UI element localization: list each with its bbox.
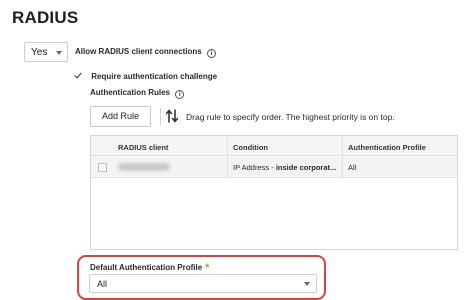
table-header: RADIUS client Condition Authentication P… xyxy=(91,136,457,156)
authentication-rules-table: RADIUS client Condition Authentication P… xyxy=(90,135,458,250)
info-icon[interactable]: i xyxy=(206,49,216,58)
column-header-radius-client[interactable]: RADIUS client xyxy=(118,143,168,152)
authentication-rules-label: Authentication Rules xyxy=(90,88,171,97)
column-header-condition[interactable]: Condition xyxy=(233,143,268,152)
chevron-down-icon xyxy=(304,282,310,286)
condition-prefix: IP Address - xyxy=(233,163,276,172)
drag-hint: Drag rule to specify order. The highest … xyxy=(186,112,395,122)
row-checkbox[interactable] xyxy=(98,163,107,172)
column-divider xyxy=(342,136,343,178)
column-header-authentication-profile[interactable]: Authentication Profile xyxy=(348,143,426,152)
required-marker: * xyxy=(205,262,210,274)
require-challenge-label: Require authentication challenge xyxy=(91,72,218,81)
allow-connections-select[interactable]: Yes xyxy=(24,42,68,62)
default-auth-profile-label: Default Authentication Profile xyxy=(90,263,203,272)
authentication-rules-heading: Authentication Rules i xyxy=(90,88,185,99)
radius-client-value xyxy=(118,163,170,171)
default-auth-profile-select[interactable]: All xyxy=(89,274,317,293)
column-divider xyxy=(227,136,228,178)
profile-cell: All xyxy=(348,163,357,172)
condition-cell: IP Address - inside corporat... xyxy=(233,163,336,172)
require-challenge-row[interactable]: Require authentication challenge xyxy=(74,71,217,81)
sort-arrows-icon xyxy=(166,109,178,123)
default-auth-profile-heading: Default Authentication Profile * xyxy=(90,262,209,274)
condition-value: inside corporat... xyxy=(275,163,337,172)
toolbar-divider xyxy=(160,108,161,125)
table-row[interactable]: IP Address - inside corporat... All xyxy=(91,157,457,178)
page-title: RADIUS xyxy=(12,8,79,27)
checkmark-icon[interactable] xyxy=(74,71,83,80)
allow-connections-label: Allow RADIUS client connections xyxy=(75,47,202,56)
chevron-down-icon xyxy=(56,51,62,55)
allow-connections-row: Allow RADIUS client connections i xyxy=(75,47,216,58)
add-rule-button[interactable]: Add Rule xyxy=(90,106,151,127)
info-icon[interactable]: i xyxy=(175,90,185,99)
default-auth-profile-select-value: All xyxy=(97,279,108,289)
allow-connections-select-value: Yes xyxy=(31,47,48,58)
